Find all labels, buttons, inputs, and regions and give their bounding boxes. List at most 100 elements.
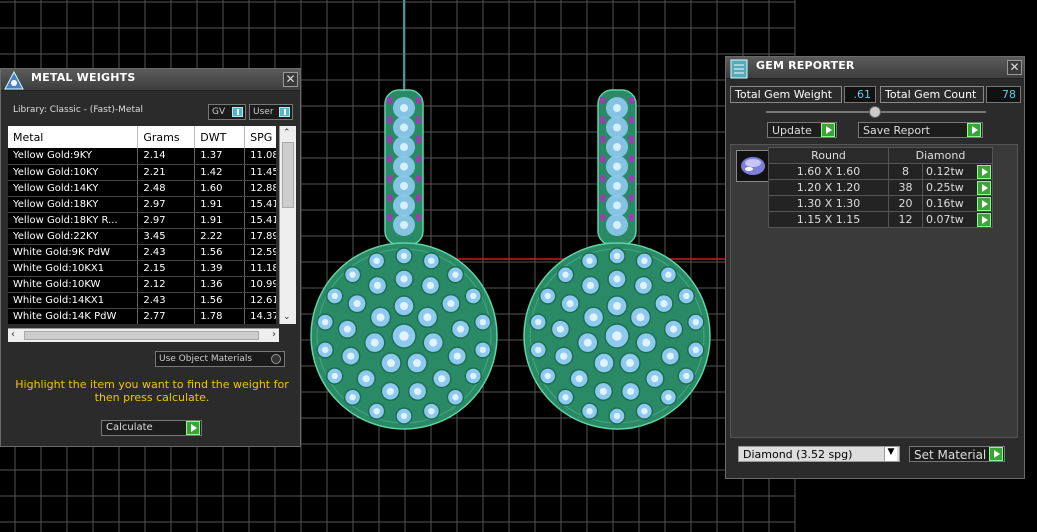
prong: [416, 155, 421, 163]
chevron-left-icon[interactable]: ‹: [11, 329, 15, 340]
user-toggle[interactable]: User: [249, 104, 293, 120]
gv-toggle[interactable]: GV: [208, 104, 246, 120]
table-row[interactable]: White Gold:14K PdW 2.77 1.78 14.37: [8, 308, 276, 324]
gem-facet: [612, 331, 622, 341]
gem-reporter-title: GEM REPORTER: [756, 59, 855, 72]
table-row[interactable]: Yellow Gold:18KY 2.97 1.91 15.41: [8, 196, 276, 213]
gem-facet: [613, 143, 621, 151]
gem-weight-cell: 0.07tw: [922, 211, 993, 228]
gem-facet: [613, 275, 621, 283]
cell-spg: 14.37: [244, 308, 276, 324]
scroll-thumb-horizontal[interactable]: [24, 331, 259, 340]
close-icon[interactable]: ✕: [283, 72, 298, 87]
chevron-up-icon[interactable]: ⌃: [283, 128, 291, 138]
calculate-button[interactable]: Calculate: [101, 420, 202, 436]
round-gem-thumbnail-icon[interactable]: [736, 150, 770, 182]
scroll-thumb[interactable]: [282, 142, 294, 208]
gem-facet: [613, 123, 621, 132]
column-header-grams[interactable]: Grams: [137, 126, 196, 148]
material-select[interactable]: Diamond (3.52 spg) ▼: [738, 446, 900, 462]
cell-metal: Yellow Gold:18KY: [8, 196, 139, 213]
play-icon[interactable]: [977, 197, 991, 211]
column-header-spg[interactable]: SPG: [244, 126, 276, 148]
table-row[interactable]: White Gold:10KX1 2.15 1.39 11.18: [8, 260, 276, 277]
gem-facet: [400, 221, 408, 229]
table-row[interactable]: Yellow Gold:9KY 2.14 1.37 11.08: [8, 148, 276, 165]
slider-handle[interactable]: [869, 106, 881, 118]
set-material-label: Set Material: [914, 448, 987, 462]
gem-row[interactable]: 1.20 X 1.20 38 0.25tw: [768, 179, 993, 196]
gem-facet: [583, 338, 592, 347]
cell-metal: Yellow Gold:22KY: [8, 228, 139, 245]
gem-count: 38: [888, 179, 923, 196]
user-toggle-label: User: [253, 107, 274, 117]
gem-facet: [349, 271, 356, 278]
cell-grams: 2.43: [137, 244, 196, 261]
radio-icon: [271, 354, 281, 364]
metal-table-vertical-scrollbar[interactable]: ⌃ ⌄: [279, 126, 296, 324]
play-icon: [967, 123, 981, 137]
metal-table[interactable]: Metal Grams DWT SPG Yellow Gold:9KY 2.14 1.37…: [8, 126, 276, 324]
calculate-label: Calculate: [106, 422, 153, 433]
gem-facet: [683, 372, 690, 380]
close-icon[interactable]: ✕: [1007, 60, 1022, 75]
gem-row[interactable]: 1.15 X 1.15 12 0.07tw: [768, 211, 993, 228]
metal-table-horizontal-scrollbar[interactable]: ‹ ›: [8, 328, 279, 342]
table-row[interactable]: Yellow Gold:14KY 2.48 1.60 12.88: [8, 180, 276, 197]
chevron-down-icon[interactable]: ⌄: [283, 312, 291, 322]
gem-facet: [613, 162, 621, 171]
table-row[interactable]: White Gold:14KX1 2.43 1.56 12.61: [8, 292, 276, 309]
play-icon[interactable]: [977, 181, 991, 195]
set-material-button[interactable]: Set Material: [909, 446, 1005, 462]
gem-facet: [470, 292, 477, 300]
gem-facet: [535, 318, 542, 326]
metal-weights-titlebar[interactable]: METAL WEIGHTS ✕: [1, 69, 300, 91]
save-report-button[interactable]: Save Report: [858, 122, 983, 138]
gem-row[interactable]: 1.60 X 1.60 8 0.12tw: [768, 163, 993, 180]
metal-weights-title: METAL WEIGHTS: [31, 71, 136, 84]
gem-size: 1.60 X 1.60: [768, 163, 889, 180]
chevron-down-icon[interactable]: ▼: [884, 447, 897, 461]
gem-facet: [453, 352, 461, 360]
gem-facet: [400, 123, 408, 132]
cell-metal: White Gold:10KX1: [8, 260, 139, 277]
total-gem-count-label: Total Gem Count: [880, 86, 984, 103]
cell-metal: White Gold:14K PdW: [8, 308, 139, 324]
total-gem-weight-value: .61: [844, 86, 876, 103]
play-icon[interactable]: [977, 213, 991, 227]
gem-weight-cell: 0.16tw: [922, 195, 993, 212]
chevron-right-icon[interactable]: ›: [272, 329, 276, 340]
play-icon[interactable]: [977, 165, 991, 179]
total-gem-count-value: 78: [986, 86, 1021, 103]
gem-facet: [399, 331, 409, 341]
gem-size: 1.20 X 1.20: [768, 179, 889, 196]
table-row[interactable]: White Gold:9K PdW 2.43 1.56 12.59: [8, 244, 276, 261]
table-row[interactable]: Yellow Gold:22KY 3.45 2.22 17.89: [8, 228, 276, 245]
gem-facet: [362, 375, 370, 383]
column-header-dwt[interactable]: DWT: [194, 126, 246, 148]
update-button[interactable]: Update: [767, 122, 837, 138]
gem-facet: [400, 182, 408, 190]
gem-facet: [373, 257, 380, 265]
gem-row[interactable]: 1.30 X 1.30 20 0.16tw: [768, 195, 993, 212]
gem-reporter-titlebar[interactable]: GEM REPORTER ✕: [726, 57, 1024, 79]
gem-facet: [566, 300, 574, 308]
gem-count: 20: [888, 195, 923, 212]
gem-facet: [429, 338, 438, 347]
table-row[interactable]: Yellow Gold:10KY 2.21 1.42 11.45: [8, 164, 276, 181]
use-object-materials-toggle[interactable]: Use Object Materials: [155, 351, 285, 367]
prong: [600, 116, 605, 124]
table-row[interactable]: Yellow Gold:18KY R... 2.97 1.91 15.41: [8, 212, 276, 229]
gem-facet: [413, 359, 422, 368]
gem-table[interactable]: Round Diamond 1.60 X 1.60 8 0.12tw 1.20 X 1…: [768, 147, 993, 228]
gem-facet: [651, 375, 659, 383]
table-row[interactable]: White Gold:10KW 2.12 1.36 10.99: [8, 276, 276, 293]
gem-facet: [322, 318, 329, 326]
cell-metal: White Gold:9K PdW: [8, 244, 139, 261]
gem-facet: [373, 407, 380, 415]
prong: [629, 136, 634, 143]
update-label: Update: [772, 124, 812, 137]
gem-facet: [613, 302, 621, 310]
column-header-metal[interactable]: Metal: [8, 126, 139, 148]
gem-facet: [353, 300, 361, 308]
